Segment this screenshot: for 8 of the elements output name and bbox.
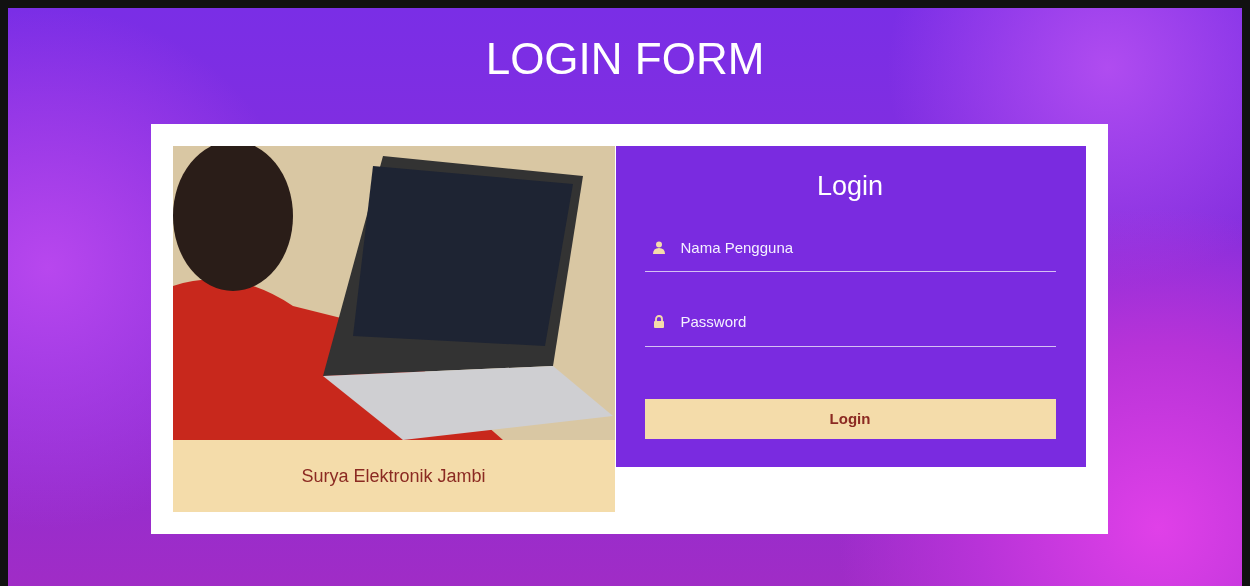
user-icon — [652, 241, 665, 255]
page-title: LOGIN FORM — [485, 34, 765, 84]
login-button[interactable]: Login — [644, 398, 1056, 439]
company-name: Surya Elektronik Jambi — [301, 465, 486, 487]
username-field[interactable]: Nama Pengguna — [680, 239, 1056, 257]
lock-icon — [652, 315, 665, 329]
login-heading: Login — [815, 170, 885, 202]
password-field[interactable]: Password — [680, 313, 1056, 331]
